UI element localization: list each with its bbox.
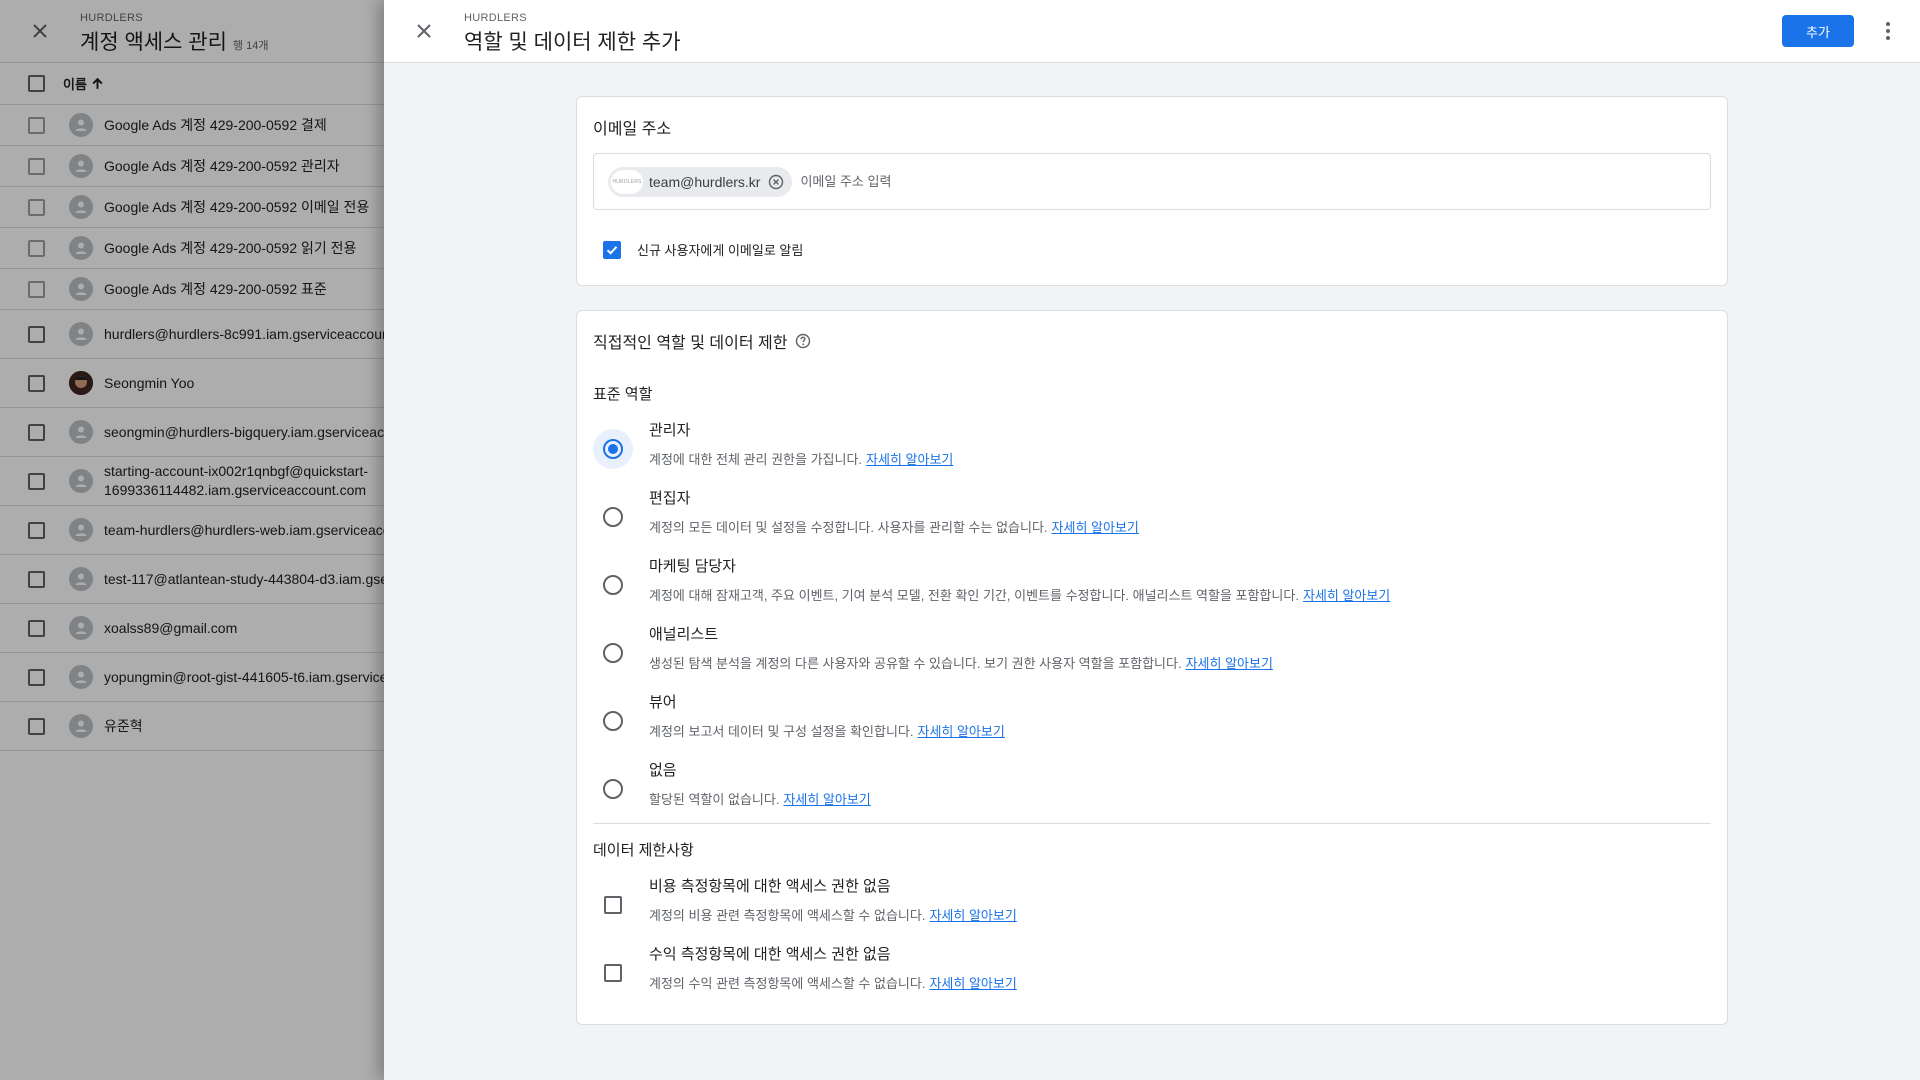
learn-more-link[interactable]: 자세히 알아보기 xyxy=(1303,588,1390,603)
chip-logo: HURDLERS xyxy=(611,169,643,194)
restriction-title: 비용 측정항목에 대한 액세스 권한 없음 xyxy=(649,878,891,895)
learn-more-link[interactable]: 자세히 알아보기 xyxy=(929,908,1016,923)
role-title: 뷰어 xyxy=(649,694,677,711)
learn-more-link[interactable]: 자세히 알아보기 xyxy=(917,724,1004,739)
role-radio[interactable] xyxy=(593,429,633,469)
data-restrictions-label: 데이터 제한사항 xyxy=(593,842,694,859)
restriction-description: 계정의 비용 관련 측정항목에 액세스할 수 없습니다. 자세히 알아보기 xyxy=(649,905,1017,924)
dialog-header: HURDLERS 역할 및 데이터 제한 추가 추가 xyxy=(384,0,1920,63)
role-description: 계정에 대한 전체 관리 권한을 가집니다. 자세히 알아보기 xyxy=(649,449,953,468)
role-title: 편집자 xyxy=(649,490,691,507)
roles-section-title-text: 직접적인 역할 및 데이터 제한 xyxy=(593,335,788,352)
role-title: 없음 xyxy=(649,762,677,779)
learn-more-link[interactable]: 자세히 알아보기 xyxy=(929,976,1016,991)
role-option[interactable]: 관리자계정에 대한 전체 관리 권한을 가집니다. 자세히 알아보기 xyxy=(593,422,1703,497)
restriction-checkbox[interactable] xyxy=(593,885,633,925)
role-radio[interactable] xyxy=(593,701,633,741)
restriction-title: 수익 측정항목에 대한 액세스 권한 없음 xyxy=(649,946,891,963)
role-description: 계정에 대해 잠재고객, 주요 이벤트, 기여 분석 모델, 전환 확인 기간,… xyxy=(649,585,1390,604)
role-description: 생성된 탐색 분석을 계정의 다른 사용자와 공유할 수 있습니다. 보기 권한… xyxy=(649,653,1273,672)
email-input[interactable] xyxy=(800,174,1301,189)
radio-button[interactable] xyxy=(603,575,623,595)
role-option[interactable]: 애널리스트생성된 탐색 분석을 계정의 다른 사용자와 공유할 수 있습니다. … xyxy=(593,626,1703,701)
notify-option[interactable]: 신규 사용자에게 이메일로 알림 xyxy=(603,240,803,259)
roles-card: 직접적인 역할 및 데이터 제한 표준 역할 관리자계정에 대한 전체 관리 권… xyxy=(576,310,1728,1025)
chip-text: team@hurdlers.kr xyxy=(649,173,761,190)
role-option[interactable]: 없음할당된 역할이 없습니다. 자세히 알아보기 xyxy=(593,762,1703,837)
role-description-text: 계정에 대한 전체 관리 권한을 가집니다. xyxy=(649,452,863,467)
role-description-text: 계정에 대해 잠재고객, 주요 이벤트, 기여 분석 모델, 전환 확인 기간,… xyxy=(649,588,1299,603)
radio-button[interactable] xyxy=(603,507,623,527)
role-description-text: 계정의 보고서 데이터 및 구성 설정을 확인합니다. xyxy=(649,724,914,739)
learn-more-link[interactable]: 자세히 알아보기 xyxy=(783,792,870,807)
restriction-description: 계정의 수익 관련 측정항목에 액세스할 수 없습니다. 자세히 알아보기 xyxy=(649,973,1017,992)
add-button[interactable]: 추가 xyxy=(1782,15,1854,47)
role-option[interactable]: 편집자계정의 모든 데이터 및 설정을 수정합니다. 사용자를 관리할 수는 없… xyxy=(593,490,1703,565)
radio-button[interactable] xyxy=(603,643,623,663)
restriction-checkbox[interactable] xyxy=(593,953,633,993)
role-description: 계정의 보고서 데이터 및 구성 설정을 확인합니다. 자세히 알아보기 xyxy=(649,721,1005,740)
role-radio[interactable] xyxy=(593,497,633,537)
email-card: 이메일 주소 HURDLERS team@hurdlers.kr 신규 사용자에… xyxy=(576,96,1728,286)
notify-label: 신규 사용자에게 이메일로 알림 xyxy=(637,243,804,258)
help-circle-icon[interactable] xyxy=(795,333,811,349)
divider xyxy=(593,823,1711,824)
role-description-text: 할당된 역할이 없습니다. xyxy=(649,792,780,807)
restriction-option[interactable]: 수익 측정항목에 대한 액세스 권한 없음계정의 수익 관련 측정항목에 액세스… xyxy=(593,946,1703,1021)
standard-roles-label: 표준 역할 xyxy=(593,386,653,403)
role-option[interactable]: 뷰어계정의 보고서 데이터 및 구성 설정을 확인합니다. 자세히 알아보기 xyxy=(593,694,1703,769)
role-title: 애널리스트 xyxy=(649,626,719,643)
role-description-text: 계정의 모든 데이터 및 설정을 수정합니다. 사용자를 관리할 수는 없습니다… xyxy=(649,520,1048,535)
email-field[interactable]: HURDLERS team@hurdlers.kr xyxy=(593,153,1711,210)
email-chip[interactable]: HURDLERS team@hurdlers.kr xyxy=(608,166,793,197)
add-role-dialog: HURDLERS 역할 및 데이터 제한 추가 추가 이메일 주소 HURDLE… xyxy=(384,0,1920,1080)
restriction-description-text: 계정의 수익 관련 측정항목에 액세스할 수 없습니다. xyxy=(649,976,926,991)
role-option[interactable]: 마케팅 담당자계정에 대해 잠재고객, 주요 이벤트, 기여 분석 모델, 전환… xyxy=(593,558,1703,633)
dim-overlay[interactable] xyxy=(0,0,384,1080)
check-icon xyxy=(606,245,618,255)
dialog-title: 역할 및 데이터 제한 추가 xyxy=(464,31,681,54)
radio-button[interactable] xyxy=(603,439,623,459)
checkbox[interactable] xyxy=(604,964,622,982)
email-section-title: 이메일 주소 xyxy=(593,121,672,138)
role-radio[interactable] xyxy=(593,565,633,605)
role-title: 마케팅 담당자 xyxy=(649,558,736,575)
roles-section-title: 직접적인 역할 및 데이터 제한 xyxy=(593,329,811,353)
restriction-description-text: 계정의 비용 관련 측정항목에 액세스할 수 없습니다. xyxy=(649,908,926,923)
role-description: 할당된 역할이 없습니다. 자세히 알아보기 xyxy=(649,789,871,808)
radio-button[interactable] xyxy=(603,711,623,731)
learn-more-link[interactable]: 자세히 알아보기 xyxy=(866,452,953,467)
radio-button[interactable] xyxy=(603,779,623,799)
role-description: 계정의 모든 데이터 및 설정을 수정합니다. 사용자를 관리할 수는 없습니다… xyxy=(649,517,1139,536)
checkbox[interactable] xyxy=(604,896,622,914)
learn-more-link[interactable]: 자세히 알아보기 xyxy=(1186,656,1273,671)
role-title: 관리자 xyxy=(649,422,691,439)
role-description-text: 생성된 탐색 분석을 계정의 다른 사용자와 공유할 수 있습니다. 보기 권한… xyxy=(649,656,1182,671)
role-radio[interactable] xyxy=(593,633,633,673)
cancel-circle-icon[interactable] xyxy=(768,174,784,190)
notify-checkbox[interactable] xyxy=(603,240,621,259)
role-radio[interactable] xyxy=(593,769,633,809)
org-name: HURDLERS xyxy=(464,12,527,24)
more-vert-icon[interactable] xyxy=(1876,17,1900,45)
learn-more-link[interactable]: 자세히 알아보기 xyxy=(1052,520,1139,535)
close-icon[interactable] xyxy=(411,18,437,44)
